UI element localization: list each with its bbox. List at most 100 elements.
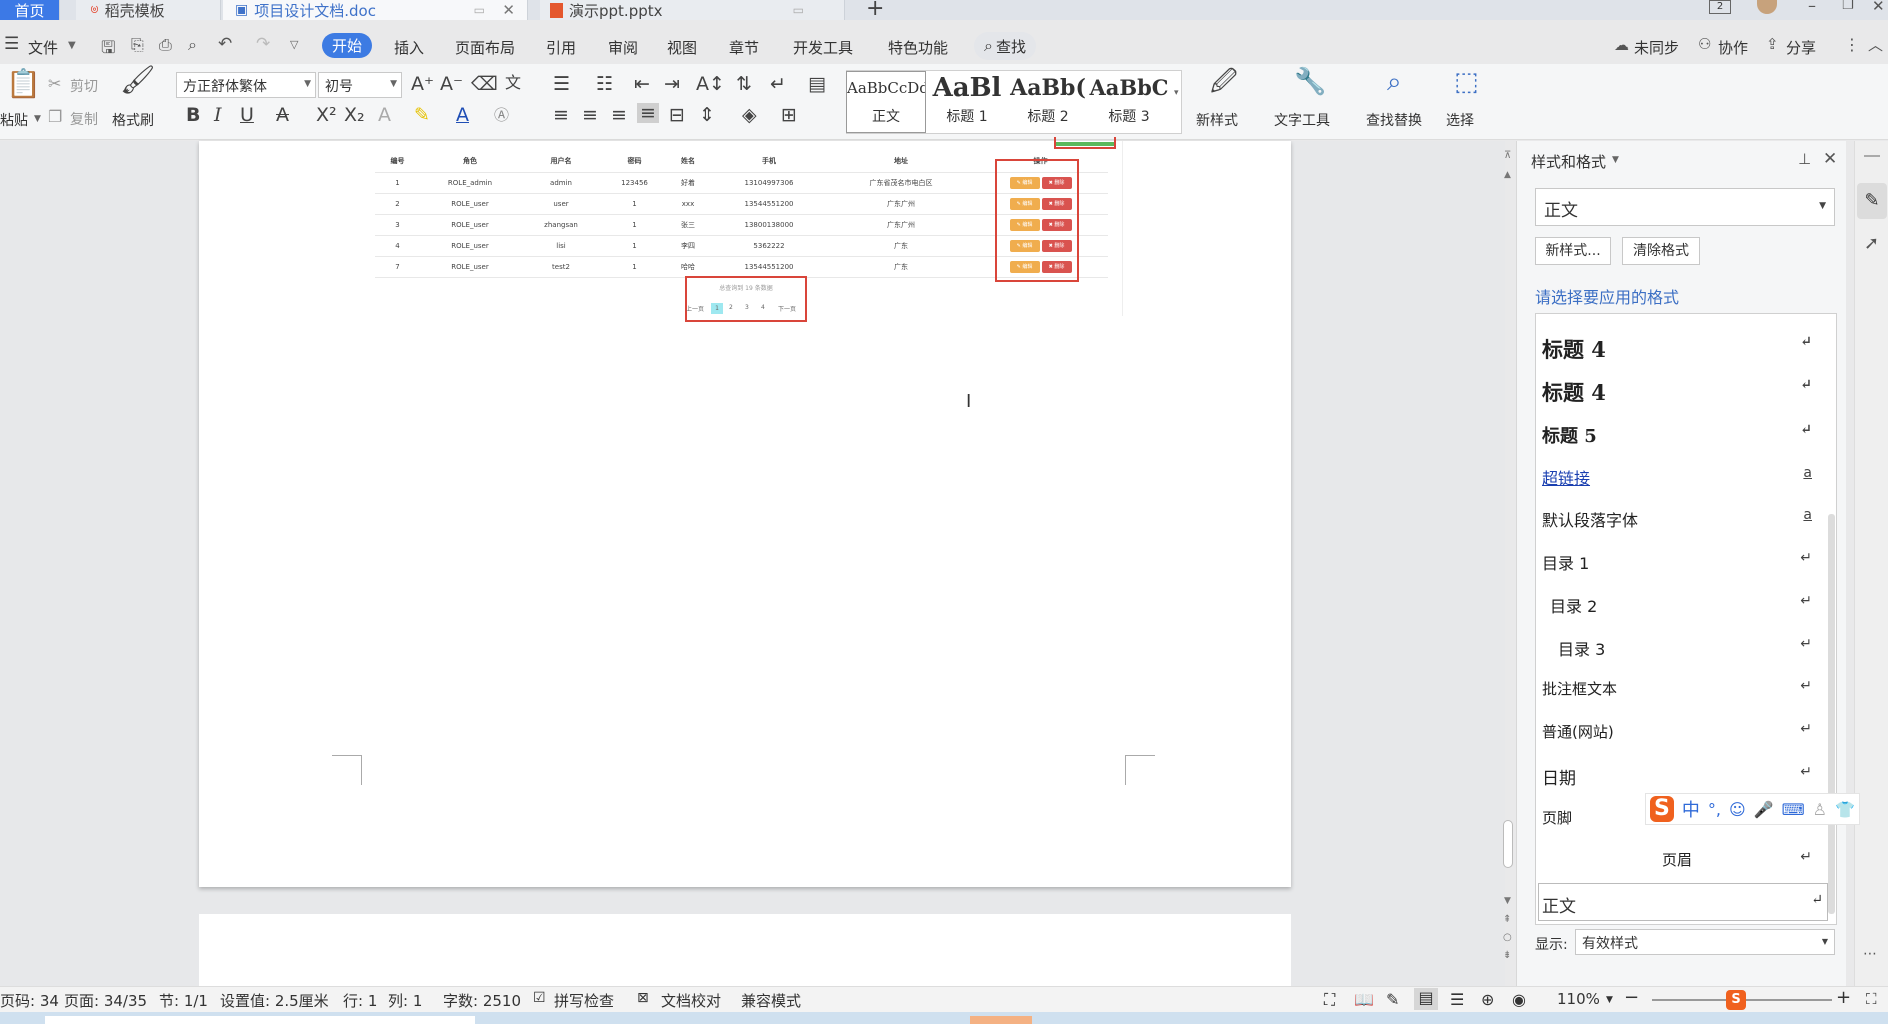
style-list-item[interactable]: 页眉 ↵ [1542,849,1812,870]
outline-view-icon[interactable]: ☰ [1450,990,1464,1009]
find-replace-button[interactable]: 查找替换 [1366,110,1422,130]
styles-pane-icon[interactable]: ✎ [1857,183,1887,219]
align-right-icon[interactable]: ≡ [611,105,627,125]
microphone-icon[interactable]: 🎤 [1754,800,1774,819]
save-icon[interactable]: 🖫 [101,35,115,64]
line-spacing-icon[interactable]: ⇕ [699,105,715,125]
text-tool-icon[interactable]: 🔧 [1294,69,1326,95]
clear-format-icon[interactable]: ⌫ [471,74,498,94]
gallery-expand-icon[interactable]: ▾ [1174,88,1179,98]
font-color-icon[interactable]: A [456,105,469,125]
style-heading-2[interactable]: AaBb( 标题 2 [1008,72,1088,132]
pagination-page[interactable]: 4 [761,304,765,311]
justify-icon[interactable]: ≡ [637,103,659,123]
style-list-item[interactable]: 普通(网站) ↵ [1542,721,1812,742]
borders-icon[interactable]: ⊞ [781,105,797,125]
share-button[interactable]: 分享 [1786,37,1816,58]
next-page-icon[interactable]: ⇟ [1503,950,1511,961]
new-style-icon[interactable]: 🖉 [1210,69,1238,95]
strikethrough-icon[interactable]: A [276,105,289,125]
new-tab-button[interactable]: + [866,0,884,21]
paste-icon[interactable]: 📋 [6,70,41,98]
document-scrollbar[interactable]: ⊼ ▲ ▼ ⇞ ○ ⇟ [1500,150,1516,980]
underline-icon[interactable]: U [240,105,254,125]
clear-format-button[interactable]: 清除格式 [1622,237,1700,265]
chevron-down-icon[interactable]: ▼ [68,40,76,51]
pagination-page[interactable]: 1 [711,303,723,314]
tab-doc[interactable]: ▣ 项目设计文档.doc ▭ ✕ [223,0,528,20]
restore-icon[interactable]: ❐ [1842,0,1854,13]
pin-panel-icon[interactable]: ⊥ [1798,150,1811,168]
sogou-logo-icon[interactable]: S [1650,796,1674,822]
menu-insert[interactable]: 插入 [394,37,424,58]
style-list-item[interactable]: 目录 3 ↵ [1558,636,1812,660]
text-direction-icon[interactable]: A↕ [696,74,725,94]
more-tools-icon[interactable]: ⋯ [1863,946,1877,962]
taskbar-item[interactable] [970,1016,1032,1024]
pagination-prev[interactable]: 上一页 [686,304,704,313]
current-style-select[interactable]: 正文 ▼ [1535,188,1835,226]
text-tool-button[interactable]: 文字工具 [1274,110,1330,130]
scroll-down-icon[interactable]: ▼ [1504,896,1511,906]
zoom-slider-handle[interactable]: S [1726,990,1746,1010]
web-view-icon[interactable]: ⊕ [1481,990,1494,1009]
menu-developer[interactable]: 开发工具 [793,37,853,58]
user-icon[interactable]: ♙ [1813,800,1827,819]
increase-indent-icon[interactable]: ⇥ [664,74,680,94]
style-list-item[interactable]: 目录 2 ↵ [1550,593,1812,617]
pin-icon[interactable]: ▭ [793,3,804,17]
grow-font-icon[interactable]: A⁺ [411,74,434,94]
hamburger-icon[interactable]: ☰ [4,34,19,54]
decrease-indent-icon[interactable]: ⇤ [634,74,650,94]
show-filter-select[interactable]: 有效样式 ▼ [1575,929,1835,955]
collapse-ribbon-icon[interactable]: ︿ [1868,34,1883,55]
paste-button[interactable]: 粘贴 [0,110,28,130]
menu-page-layout[interactable]: 页面布局 [455,37,515,58]
new-style-button[interactable]: 新样式 [1196,110,1238,130]
select-button[interactable]: 选择 [1446,110,1474,130]
style-list-item[interactable]: 标题 4 ↵ [1542,377,1812,407]
menu-start[interactable]: 开始 [322,33,373,58]
scroll-top-icon[interactable]: ⊼ [1504,150,1511,161]
style-list-item[interactable]: 标题 5 ↵ [1542,422,1812,448]
style-list[interactable]: 标题 4 ↵ 标题 4 ↵ 标题 5 ↵ 超链接 a 默认段落字体 a 目录 1 ↵ 目录 … [1535,313,1837,925]
browse-object-icon[interactable]: ○ [1503,932,1512,943]
sync-status[interactable]: 未同步 [1634,37,1679,58]
export-icon[interactable]: ⎘ [131,35,144,55]
customize-toolbar-icon[interactable]: ▽ [290,38,298,51]
style-list-item[interactable]: 目录 1 ↵ [1542,550,1812,574]
pagination-page[interactable]: 2 [729,304,733,311]
proofread-button[interactable]: 文档校对 [661,990,721,1011]
bullet-list-icon[interactable]: ☰ [553,74,570,94]
pin-icon[interactable]: ▭ [474,3,485,17]
style-list-item[interactable]: 超链接 a [1542,465,1812,489]
undo-icon[interactable]: ↶ [218,34,232,54]
align-left-icon[interactable]: ≡ [553,105,569,125]
spell-check-button[interactable]: 拼写检查 [554,990,614,1011]
format-painter-button[interactable]: 格式刷 [112,110,154,130]
scroll-thumb[interactable] [1503,820,1513,868]
highlight-icon[interactable]: ✎ [414,105,430,125]
shrink-font-icon[interactable]: A⁻ [440,74,463,94]
close-panel-icon[interactable]: ✕ [1823,149,1837,169]
status-row[interactable]: 行: 1 [343,990,377,1011]
page-view-icon[interactable]: ▤ [1414,988,1438,1010]
write-mode-icon[interactable]: ✎ [1386,990,1399,1009]
zoom-level[interactable]: 110% [1557,990,1600,1008]
document-page-next[interactable] [199,914,1291,994]
skin-icon[interactable]: 👕 [1835,800,1855,819]
font-name-select[interactable]: 方正舒体繁体 ▼ [176,72,316,98]
select-icon[interactable]: ⬚ [1454,69,1479,95]
minimize-icon[interactable]: – [1808,0,1816,15]
pagination-page[interactable]: 3 [745,304,749,311]
chevron-down-icon[interactable]: ▼ [34,114,41,124]
sort-icon[interactable]: ⇅ [736,74,752,94]
superscript-icon[interactable]: X² [316,105,337,125]
text-effect-icon[interactable]: A [378,105,391,125]
bold-icon[interactable]: B [186,105,200,125]
zoom-out-icon[interactable]: − [1624,987,1639,1008]
menu-features[interactable]: 特色功能 [888,37,948,58]
scroll-up-icon[interactable]: ▲ [1504,170,1511,180]
style-list-item[interactable]: 默认段落字体 a [1542,507,1812,531]
align-center-icon[interactable]: ≡ [582,105,598,125]
